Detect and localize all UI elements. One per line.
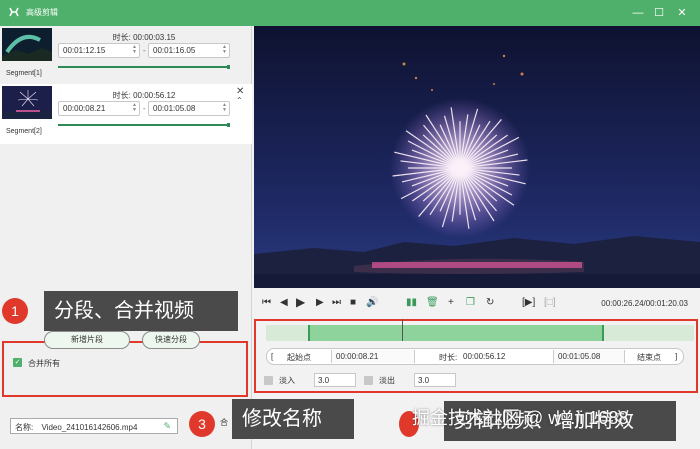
start-point-button[interactable]: 起始点 xyxy=(287,352,311,363)
bracket-close: ] xyxy=(675,352,678,361)
fade-in-checkbox[interactable] xyxy=(264,376,273,385)
segment-progress-bar xyxy=(58,123,230,127)
playback-controls: ⏮ ◀ ▶ ▶ ⏭ ■ 🔊 ▮▮ 🗑 + ❐ ↻ [▶] [□] 00:00:2… xyxy=(254,292,700,316)
merge-all-label: 合并所有 xyxy=(28,359,60,368)
segment-label: Segment[2] xyxy=(6,128,42,135)
fade-in-label: 淡入 xyxy=(279,376,295,385)
reset-icon[interactable]: ↻ xyxy=(486,297,494,308)
trim-row: [ 起始点 00:00:08.21 时长: 00:00:56.12 00:01:… xyxy=(266,348,684,365)
segment-thumbnail xyxy=(2,86,52,119)
segment-thumbnail xyxy=(2,28,52,61)
close-button[interactable]: ✕ xyxy=(674,5,690,21)
partial-label: 合 xyxy=(220,418,228,427)
spin-arrows-icon[interactable]: ▲ ▼ xyxy=(222,103,227,113)
stop-icon[interactable]: ■ xyxy=(350,297,356,308)
segment-duration: 时长: 00:00:03.15 xyxy=(112,33,176,42)
window-title: 高级剪辑 xyxy=(26,8,58,17)
video-preview[interactable] xyxy=(254,26,700,288)
step-forward-icon[interactable]: ▶ xyxy=(316,297,324,308)
new-segment-button[interactable]: 新增片段 xyxy=(44,331,130,349)
filename-value: Video_241016142606.mp4 xyxy=(41,423,138,432)
segment-duration: 时长: 00:00:56.12 xyxy=(112,91,176,100)
segment-start-field[interactable]: 00:00:08.21 ▲ ▼ xyxy=(58,101,140,116)
bracket-open: [ xyxy=(271,352,274,361)
playhead-marker[interactable] xyxy=(402,319,403,341)
segment-progress-bar xyxy=(58,65,230,69)
edit-pencil-icon[interactable]: ✎ xyxy=(163,421,171,432)
title-bar: 高级剪辑 — ☐ ✕ xyxy=(0,0,700,26)
highlight-box xyxy=(2,341,248,397)
segment-end-field[interactable]: 00:01:16.05 ▲ ▼ xyxy=(148,43,230,58)
merge-all-checkbox[interactable]: ✓ xyxy=(13,358,22,367)
range-dash: - xyxy=(143,46,146,55)
spin-arrows-icon[interactable]: ▲ ▼ xyxy=(222,45,227,55)
maximize-button[interactable]: ☐ xyxy=(651,5,667,21)
segment-label: Segment[1] xyxy=(6,70,42,77)
spin-arrows-icon[interactable]: ▲ ▼ xyxy=(132,103,137,113)
filename-label: 名称: xyxy=(15,423,34,432)
duration-value: 00:00:56.12 xyxy=(463,352,506,361)
start-time-field[interactable]: 00:00:08.21 xyxy=(331,350,415,363)
trash-icon[interactable]: 🗑 xyxy=(426,297,439,308)
volume-icon[interactable]: 🔊 xyxy=(366,297,378,308)
mark-in-icon[interactable]: [▶] xyxy=(522,297,535,308)
app-logo-icon xyxy=(9,7,19,17)
fade-out-value-field[interactable]: 3.0 xyxy=(414,373,456,387)
annotation-number: 3 xyxy=(189,411,215,437)
filename-field[interactable]: 名称: Video_241016142606.mp4 ✎ xyxy=(10,418,178,434)
skip-start-icon[interactable]: ⏮ xyxy=(262,297,271,308)
trim-selection[interactable] xyxy=(308,325,604,341)
segment-start-field[interactable]: 00:01:12.15 ▲ ▼ xyxy=(58,43,140,58)
mark-out-icon[interactable]: [□] xyxy=(544,297,556,308)
range-dash: - xyxy=(143,104,146,113)
fade-in-value-field[interactable]: 3.0 xyxy=(314,373,356,387)
quick-split-button[interactable]: 快速分段 xyxy=(142,331,200,349)
video-frame xyxy=(254,26,700,288)
step-back-icon[interactable]: ◀ xyxy=(280,297,288,308)
segment-end-field[interactable]: 00:01:05.08 ▲ ▼ xyxy=(148,101,230,116)
end-point-button[interactable]: 结束点 xyxy=(637,352,661,363)
add-icon[interactable]: + xyxy=(448,297,454,308)
watermark-text: 掘金技术社区 @ w...ji 1688 xyxy=(412,408,629,428)
split-icon[interactable]: ▮▮ xyxy=(406,297,417,308)
fade-out-label: 淡出 xyxy=(379,376,395,385)
annotation-number: 1 xyxy=(2,298,28,324)
segment-item[interactable]: Segment[1] 时长: 00:00:03.15 00:01:12.15 ▲ ▼… xyxy=(0,26,252,86)
annotation-label: 分段、合并视频 xyxy=(44,291,238,331)
end-time-field[interactable]: 00:01:05.08 xyxy=(553,350,625,363)
duration-label: 时长: xyxy=(439,353,458,362)
annotation-label: 修改名称 xyxy=(232,399,354,439)
copy-icon[interactable]: ❐ xyxy=(466,297,475,308)
collapse-chevron-icon[interactable]: ⌃ xyxy=(236,96,243,105)
playback-time: 00:00:26.24/00:01:20.03 xyxy=(601,299,688,308)
segment-item-selected[interactable]: Segment[2] 时长: 00:00:56.12 00:00:08.21 ▲ ▼… xyxy=(0,84,252,144)
spin-arrows-icon[interactable]: ▲ ▼ xyxy=(132,45,137,55)
minimize-button[interactable]: — xyxy=(630,5,646,21)
play-icon[interactable]: ▶ xyxy=(296,295,305,309)
fade-out-checkbox[interactable] xyxy=(364,376,373,385)
trim-timeline[interactable] xyxy=(266,319,694,341)
skip-end-icon[interactable]: ⏭ xyxy=(332,297,341,308)
